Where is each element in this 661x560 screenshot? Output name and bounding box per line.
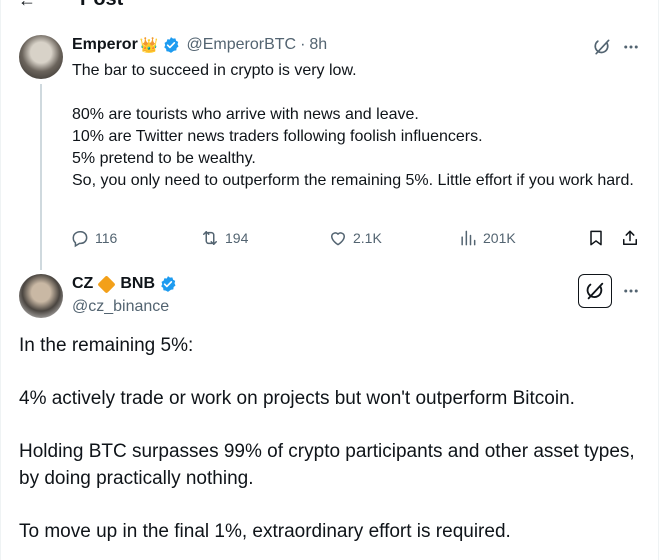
bookmark-icon [590,230,602,246]
page-title: Post [80,0,123,11]
parent-handle[interactable]: @EmperorBTC [186,36,296,54]
reply-button[interactable]: 116 [70,226,117,250]
tweet-line: 10% are Twitter news traders following f… [72,128,483,145]
share-button[interactable] [620,226,640,250]
views-count: 201K [483,230,516,246]
parent-author-row: Emperor 👑 @EmperorBTC · 8h [72,36,327,54]
avatar-cz[interactable] [19,274,63,318]
parent-display-name[interactable]: Emperor [72,36,138,54]
tweet-line: 5% pretend to be wealthy. [72,150,256,167]
tweet-line: 80% are tourists who arrive with news an… [72,106,419,123]
crown-emoji: 👑 [139,37,159,54]
heart-icon [331,232,345,246]
tweet-paragraph [19,413,639,440]
reply-count: 116 [95,230,118,246]
verified-badge-icon [159,275,177,293]
main-tweet-text: In the remaining 5%: 4% actively trade o… [19,333,639,545]
grok-icon [586,282,604,300]
views-icon [461,230,476,246]
repost-icon [203,231,217,245]
main-handle[interactable]: @cz_binance [72,298,169,316]
avatar-emperor[interactable] [19,35,63,79]
more-options-icon[interactable] [619,279,643,303]
share-icon [623,230,637,245]
parent-timestamp[interactable]: 8h [309,36,327,54]
repost-count: 194 [225,230,249,246]
verified-badge-icon [162,36,180,54]
grok-icon[interactable] [590,35,614,59]
repost-button[interactable]: 194 [200,226,248,250]
tweet-paragraph: 4% actively trade or work on projects bu… [19,388,575,409]
tweet-line: So, you only need to outperform the rema… [72,172,634,189]
parent-action-bar: 116 194 2.1K 201K [70,226,645,250]
more-options-icon[interactable] [619,35,643,59]
parent-tweet-text: The bar to succeed in crypto is very low… [72,60,642,192]
main-display-name-a[interactable]: CZ [72,275,93,293]
tweet-line: The bar to succeed in crypto is very low… [72,62,357,79]
grok-button[interactable] [578,274,612,308]
reply-icon [72,231,88,248]
tweet-paragraph: Holding BTC surpasses 99% of crypto part… [19,441,635,489]
tweet-paragraph [19,360,639,387]
like-button[interactable]: 2.1K [328,226,382,250]
main-display-name-b[interactable]: BNB [120,275,155,293]
main-author-row: CZ BNB [72,274,177,294]
bookmark-button[interactable] [586,226,606,250]
tweet-paragraph: In the remaining 5%: [19,335,194,356]
separator: · [300,36,306,53]
views-button[interactable]: 201K [458,226,516,250]
tweet-paragraph [19,492,639,519]
tweet-line [72,82,642,104]
tweet-paragraph: To move up in the final 1%, extraordinar… [19,520,511,542]
like-count: 2.1K [353,230,382,246]
bnb-diamond-icon [97,274,117,294]
back-arrow-icon[interactable]: ← [18,0,36,11]
thread-line [40,84,42,270]
